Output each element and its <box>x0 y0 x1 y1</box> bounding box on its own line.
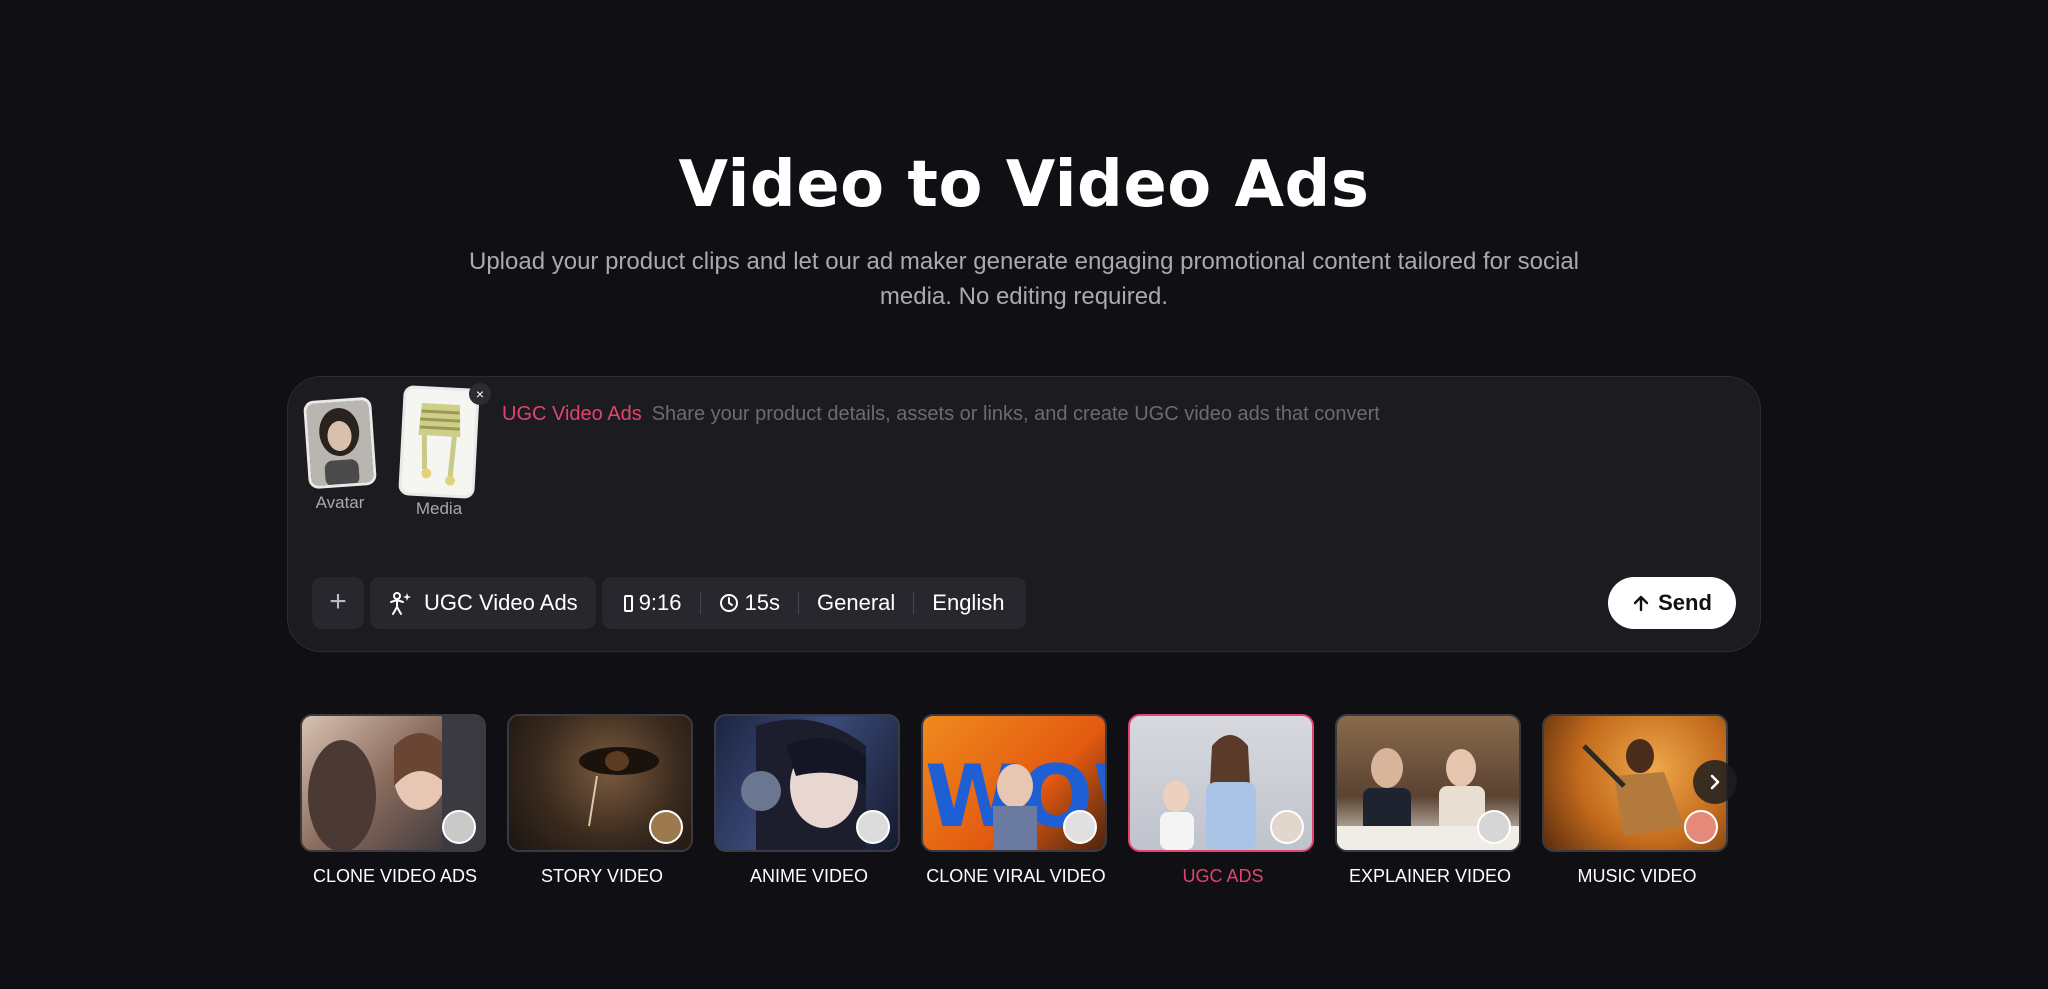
creator-avatar <box>1270 810 1304 844</box>
template-label: CLONE VIRAL VIDEO <box>926 866 1106 886</box>
language-value: English <box>932 590 1005 615</box>
template-label: UGC ADS <box>1182 866 1264 886</box>
duration-value: 15s <box>744 590 780 615</box>
template-thumbnail <box>1128 714 1314 852</box>
template-thumbnail: WOW <box>921 714 1107 852</box>
page-title: Video to Video Ads <box>678 148 1370 222</box>
prompt-mode-tag: UGC Video Ads <box>502 403 642 425</box>
style-value: General <box>817 590 896 615</box>
add-attachment-button[interactable]: + <box>312 577 364 629</box>
creator-avatar <box>442 810 476 844</box>
template-thumbnail <box>507 714 693 852</box>
ugc-mode-icon <box>390 592 411 615</box>
template-card-story-video[interactable]: STORY VIDEO <box>507 714 697 887</box>
mode-label: UGC Video Ads <box>424 590 578 615</box>
template-label: ANIME VIDEO <box>749 866 869 886</box>
creator-avatar <box>1477 810 1511 844</box>
avatar-label: Avatar <box>315 493 365 512</box>
avatar-attachment[interactable]: Avatar <box>303 396 377 513</box>
prompt-composer: Avatar × Media UGC Video Ads Share your p… <box>287 376 1761 652</box>
media-label: Media <box>415 499 463 518</box>
aspect-ratio-value: 9:16 <box>638 590 682 615</box>
generation-options: 9:16 15s General English <box>601 577 1027 629</box>
page-subtitle: Upload your product clips and let our ad… <box>469 248 1579 310</box>
composer-toolbar: + UGC Video Ads 9:16 15s General English <box>312 577 1027 629</box>
remove-media-icon[interactable]: × <box>469 383 491 405</box>
template-label: EXPLAINER VIDEO <box>1348 866 1512 886</box>
template-thumbnail <box>714 714 900 852</box>
template-card-explainer-video[interactable]: EXPLAINER VIDEO <box>1335 714 1525 887</box>
clock-icon <box>719 594 738 612</box>
creator-avatar <box>1684 810 1718 844</box>
prompt-placeholder: Share your product details, assets or li… <box>651 403 1380 425</box>
carousel-next-chevron-icon[interactable] <box>1693 760 1737 804</box>
arrow-up-icon <box>1633 595 1649 612</box>
language-option[interactable]: English <box>914 590 1022 616</box>
duration-option[interactable]: 15s <box>701 590 798 616</box>
avatar-thumbnail <box>303 396 377 490</box>
template-label: MUSIC VIDEO <box>1577 866 1697 886</box>
aspect-ratio-option[interactable]: 9:16 <box>606 590 700 616</box>
template-label: CLONE VIDEO ADS <box>312 866 478 886</box>
template-thumbnail <box>300 714 486 852</box>
template-card-clone-viral-video[interactable]: WOW CLONE VIRAL VIDEO <box>921 714 1111 887</box>
template-card-anime-video[interactable]: ANIME VIDEO <box>714 714 904 887</box>
creator-avatar <box>1063 810 1097 844</box>
send-label: Send <box>1658 590 1712 615</box>
send-button[interactable]: Send <box>1608 577 1736 629</box>
creator-avatar <box>856 810 890 844</box>
media-attachment[interactable]: × Media <box>398 383 491 519</box>
phone-ratio-icon <box>623 594 633 612</box>
mode-selector-button[interactable]: UGC Video Ads <box>370 577 596 629</box>
creator-avatar <box>649 810 683 844</box>
template-thumbnail <box>1335 714 1521 852</box>
template-label: STORY VIDEO <box>540 866 664 886</box>
media-thumbnail <box>398 385 480 499</box>
template-card-clone-video-ads[interactable]: CLONE VIDEO ADS <box>300 714 490 887</box>
prompt-input[interactable]: UGC Video Ads Share your product details,… <box>502 403 1380 426</box>
template-card-ugc-ads[interactable]: UGC ADS <box>1128 714 1318 887</box>
style-option[interactable]: General <box>799 590 913 616</box>
